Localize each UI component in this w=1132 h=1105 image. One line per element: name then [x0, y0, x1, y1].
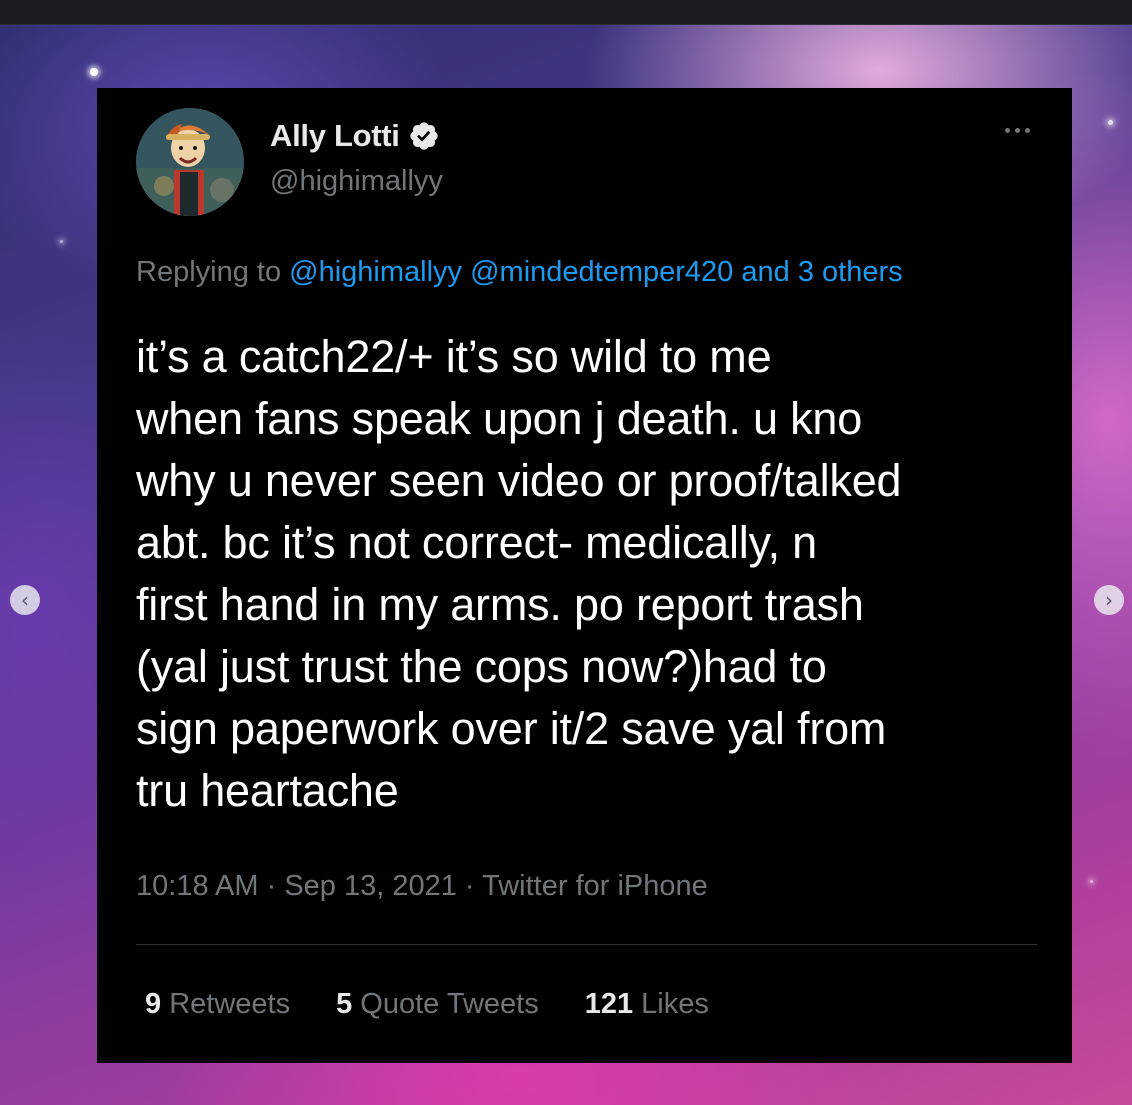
more-horizontal-icon[interactable]: [997, 118, 1037, 142]
likes-count: 121: [584, 988, 634, 1020]
more-dot: [1004, 127, 1010, 133]
avatar-illustration: [136, 108, 244, 216]
quote-tweets-label: Quote Tweets: [360, 988, 539, 1020]
sparkle-star: [90, 68, 98, 76]
meta-separator: ·: [456, 870, 483, 902]
retweets-count: 9: [145, 988, 162, 1020]
tweet-date[interactable]: Sep 13, 2021: [284, 870, 457, 902]
retweets-stat[interactable]: 9 Retweets: [145, 988, 290, 1021]
carousel-next-button[interactable]: ›: [1094, 585, 1124, 615]
chevron-right-icon: ›: [1105, 588, 1113, 612]
reply-mention-link[interactable]: @mindedtemper420: [470, 256, 733, 288]
reply-mention-link[interactable]: @highimallyy: [289, 256, 462, 288]
more-dot: [1014, 127, 1020, 133]
quote-tweets-stat[interactable]: 5 Quote Tweets: [336, 988, 539, 1021]
replying-to-line: Replying to @highimallyy @mindedtemper42…: [136, 256, 903, 289]
likes-stat[interactable]: 121 Likes: [585, 988, 709, 1021]
desktop-background: Ally Lotti @highimallyy Replying to @hig…: [0, 0, 1132, 1105]
window-top-bar: [0, 0, 1132, 25]
more-dot: [1024, 127, 1030, 133]
author-handle[interactable]: @highimallyy: [270, 165, 443, 198]
tweet-source[interactable]: Twitter for iPhone: [482, 870, 708, 902]
tweet-meta: 10:18 AM · Sep 13, 2021 · Twitter for iP…: [136, 870, 708, 903]
replying-prefix: Replying to: [136, 256, 282, 288]
divider: [136, 944, 1037, 945]
carousel-prev-button[interactable]: ‹: [10, 585, 40, 615]
author-display-name[interactable]: Ally Lotti: [270, 118, 400, 154]
meta-separator: ·: [258, 870, 285, 902]
tweet-card[interactable]: Ally Lotti @highimallyy Replying to @hig…: [97, 88, 1072, 1063]
chevron-left-icon: ‹: [21, 588, 29, 612]
sparkle-star: [1108, 120, 1113, 125]
tweet-stats: 9 Retweets 5 Quote Tweets 121 Likes: [145, 988, 709, 1021]
sparkle-star: [60, 240, 63, 243]
avatar[interactable]: [136, 108, 244, 216]
tweet-text: it’s a catch22/+ it’s so wild to me when…: [136, 331, 902, 816]
reply-others-link[interactable]: and 3 others: [741, 256, 902, 288]
tweet-time[interactable]: 10:18 AM: [136, 870, 259, 902]
sparkle-star: [1090, 880, 1093, 883]
likes-label: Likes: [641, 988, 709, 1020]
verified-badge-icon: [409, 122, 438, 150]
quote-tweets-count: 5: [336, 988, 353, 1020]
author-name-row: Ally Lotti: [270, 118, 440, 154]
retweets-label: Retweets: [169, 988, 291, 1020]
